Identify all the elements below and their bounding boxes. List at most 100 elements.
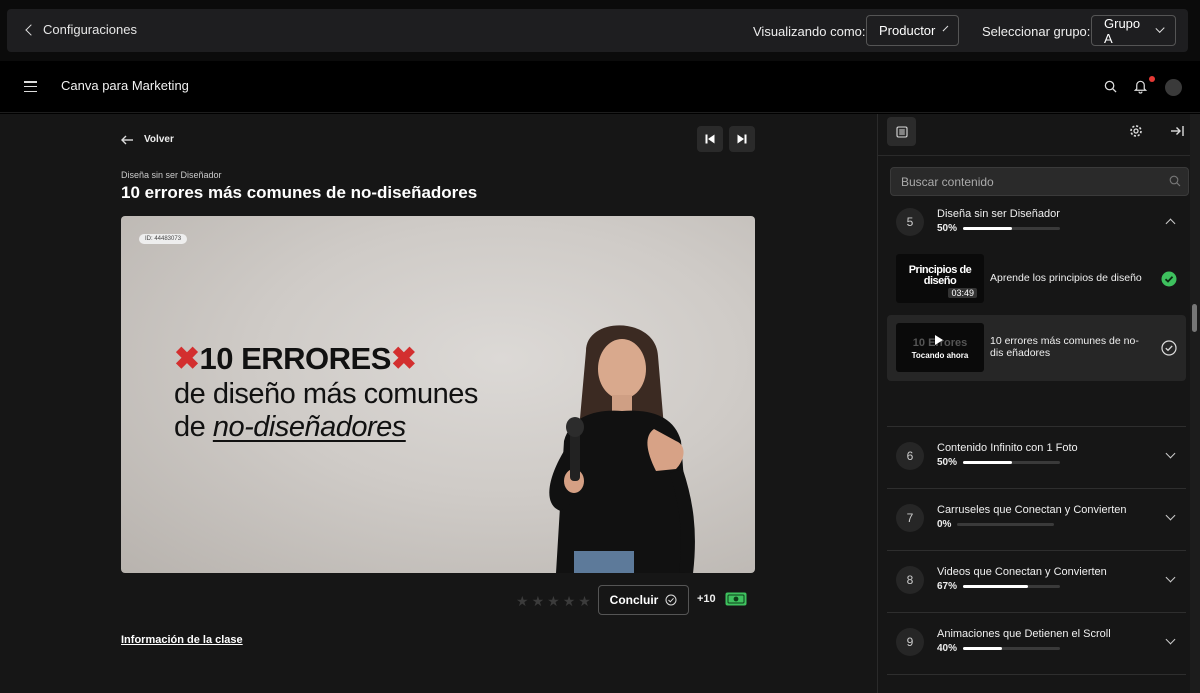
- skip-previous-icon: [705, 134, 715, 144]
- video-text-line3-em: no-diseñadores: [212, 411, 406, 443]
- chevron-down-icon[interactable]: [1165, 634, 1176, 645]
- notification-dot: [1149, 76, 1155, 82]
- divider: [887, 674, 1186, 675]
- config-bar-container: Configuraciones Visualizando como: Produ…: [0, 0, 1200, 61]
- chevron-down-icon: [943, 25, 949, 32]
- module-title: Contenido Infinito con 1 Foto: [937, 442, 1078, 454]
- viewing-as-select[interactable]: Productor: [866, 15, 959, 46]
- completed-check-icon: [1161, 271, 1177, 287]
- module-title: Diseña sin ser Diseñador: [937, 208, 1060, 220]
- module-percent: 50%: [937, 457, 958, 468]
- sidebar-scrollbar[interactable]: [1190, 114, 1200, 693]
- scrollbar-thumb[interactable]: [1192, 304, 1197, 332]
- module-number: 6: [896, 442, 924, 470]
- lesson-name: Aprende los principios de diseño: [990, 272, 1142, 284]
- video-text-line1: 10 ERRORES: [199, 341, 391, 376]
- divider: [887, 550, 1186, 551]
- x-mark-icon: ✖: [174, 341, 200, 376]
- chevron-left-icon: [25, 24, 37, 36]
- gear-icon[interactable]: [1129, 124, 1143, 138]
- lesson-thumbnail: Principios de diseño 03:49: [896, 254, 984, 303]
- module-number: 8: [896, 566, 924, 594]
- next-lesson-button[interactable]: [729, 126, 755, 152]
- module-item-6[interactable]: 6 Contenido Infinito con 1 Foto 50%: [887, 438, 1186, 478]
- viewing-as-label: Visualizando como:: [753, 24, 866, 39]
- content-search-input[interactable]: [891, 168, 1151, 195]
- viewing-as-value: Productor: [879, 23, 936, 38]
- module-progress-bar: [963, 647, 1060, 650]
- back-to-config-label: Configuraciones: [43, 22, 137, 37]
- lesson-thumbnail: 10 Errores Tocando ahora: [896, 323, 984, 372]
- points-label: +10: [697, 593, 716, 605]
- menu-icon[interactable]: [24, 81, 37, 92]
- divider: [887, 612, 1186, 613]
- module-title: Videos que Conectan y Convierten: [937, 566, 1107, 578]
- star-icon[interactable]: ★: [516, 593, 529, 610]
- arrow-left-icon: [121, 135, 133, 144]
- search-icon: [1169, 175, 1181, 187]
- lesson-main: Volver Diseña sin ser Diseñador 10 error…: [0, 114, 877, 693]
- module-number: 9: [896, 628, 924, 656]
- chevron-down-icon: [1155, 23, 1165, 34]
- module-item-8[interactable]: 8 Videos que Conectan y Convierten 67%: [887, 562, 1186, 602]
- video-player[interactable]: ID: 44483073 ✖ 10 ERRORES ✖ de diseño más …: [121, 216, 755, 573]
- lesson-module-name: Diseña sin ser Diseñador: [121, 170, 222, 180]
- group-label: Seleccionar grupo:: [982, 24, 1091, 39]
- rating-stars[interactable]: ★ ★ ★ ★ ★: [516, 593, 591, 610]
- check-circle-icon[interactable]: [1161, 340, 1177, 356]
- module-item-7[interactable]: 7 Carruseles que Conectan y Convierten 0…: [887, 500, 1186, 540]
- now-playing-label: Tocando ahora: [911, 351, 969, 360]
- back-to-config-button[interactable]: Configuraciones: [25, 22, 137, 37]
- module-percent: 0%: [937, 519, 952, 530]
- star-icon[interactable]: ★: [563, 593, 576, 610]
- chevron-up-icon[interactable]: [1165, 218, 1176, 229]
- star-icon[interactable]: ★: [547, 593, 560, 610]
- module-item-5[interactable]: 5 Diseña sin ser Diseñador 50%: [887, 205, 1186, 241]
- content-list-button[interactable]: [887, 117, 916, 146]
- lesson-duration: 03:49: [948, 288, 977, 298]
- avatar[interactable]: [1165, 79, 1182, 96]
- thumbnail-title: Principios de diseño: [908, 264, 972, 287]
- config-bar: Configuraciones Visualizando como: Produ…: [7, 9, 1188, 52]
- chevron-down-icon[interactable]: [1165, 572, 1176, 583]
- collapse-sidebar-icon[interactable]: [1170, 125, 1184, 137]
- star-icon[interactable]: ★: [532, 593, 545, 610]
- bell-icon[interactable]: [1133, 78, 1148, 94]
- skip-next-icon: [737, 134, 747, 144]
- lesson-info-link[interactable]: Información de la clase: [121, 634, 243, 646]
- lesson-item-active[interactable]: 10 Errores Tocando ahora 10 errores más …: [887, 315, 1186, 381]
- money-icon: [725, 592, 747, 606]
- conclude-label: Concluir: [609, 593, 659, 607]
- conclude-button[interactable]: Concluir: [598, 585, 689, 615]
- previous-lesson-button[interactable]: [697, 126, 723, 152]
- presenter-image: [549, 325, 695, 573]
- video-overlay-text: ✖ 10 ERRORES ✖ de diseño más comunes de no…: [174, 341, 478, 444]
- sidebar-toolbar: [878, 114, 1190, 156]
- group-value: Grupo A: [1104, 15, 1141, 46]
- back-button[interactable]: Volver: [121, 134, 174, 145]
- module-progress-bar: [957, 523, 1054, 526]
- lesson-item[interactable]: Principios de diseño 03:49 Aprende los p…: [887, 246, 1186, 312]
- back-label: Volver: [144, 134, 174, 145]
- video-id-badge: ID: 44483073: [139, 234, 188, 244]
- content-search[interactable]: [890, 167, 1189, 196]
- star-icon[interactable]: ★: [578, 593, 591, 610]
- search-icon[interactable]: [1104, 80, 1117, 93]
- course-title: Canva para Marketing: [61, 78, 189, 93]
- module-item-9[interactable]: 9 Animaciones que Detienen el Scroll 40%: [887, 624, 1186, 664]
- app-header: Canva para Marketing: [0, 61, 1200, 113]
- module-percent: 50%: [937, 223, 958, 234]
- module-progress-bar: [963, 585, 1060, 588]
- module-progress-bar: [963, 227, 1060, 230]
- divider: [887, 426, 1186, 427]
- chevron-down-icon[interactable]: [1165, 510, 1176, 521]
- module-progress-bar: [963, 461, 1060, 464]
- play-icon: [935, 335, 943, 345]
- content-sidebar: 5 Diseña sin ser Diseñador 50% Principio…: [877, 114, 1190, 693]
- list-icon: [895, 125, 908, 138]
- group-select[interactable]: Grupo A: [1091, 15, 1176, 46]
- module-percent: 67%: [937, 581, 958, 592]
- module-percent: 40%: [937, 643, 958, 654]
- module-number: 5: [896, 208, 924, 236]
- chevron-down-icon[interactable]: [1165, 448, 1176, 459]
